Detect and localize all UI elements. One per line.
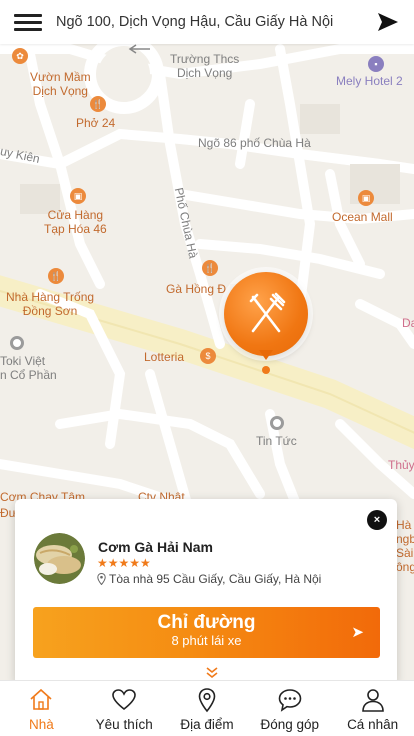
food-photo (34, 533, 85, 584)
poi-nha-hang-trong[interactable]: Nhà Hàng Trống Đồng Sơn (6, 290, 94, 318)
poi-ocean-mall[interactable]: Ocean Mall (332, 210, 393, 224)
poi-da[interactable]: Da (402, 316, 414, 330)
send-arrow-icon[interactable] (362, 0, 414, 44)
poi-thuy[interactable]: Thủy (388, 458, 414, 472)
poi-lotteria[interactable]: Lotteria (144, 350, 184, 364)
poi-truong-thcs[interactable]: Trường Thcs Dịch Vọng (170, 52, 239, 80)
top-bar: Ngõ 100, Dịch Vọng Hậu, Cầu Giấy Hà Nội (0, 0, 414, 44)
rating-stars: ★★★★★ (97, 556, 151, 570)
poi-tin-tuc[interactable]: Tin Tức (256, 434, 297, 448)
chat-bubble-icon (278, 689, 302, 712)
poi-cua-hang[interactable]: Cửa Hàng Tạp Hóa 46 (44, 208, 107, 236)
nav-favorites[interactable]: Yêu thích (83, 681, 166, 736)
nav-home[interactable]: Nhà (0, 681, 83, 736)
hotel-pin-icon[interactable]: ▪ (368, 56, 384, 72)
hamburger-menu-icon[interactable] (0, 0, 56, 44)
arrow-right-icon: ➤ (351, 624, 364, 641)
shop-pin-icon[interactable]: ✿ (12, 48, 28, 64)
nav-profile-label: Cá nhân (347, 717, 399, 732)
place-card: × Cơm Gà Hải Nam ★★★★★ Tòa nhà 95 Cầu Gi… (15, 499, 397, 685)
close-icon[interactable]: × (367, 510, 387, 530)
home-icon (30, 688, 52, 710)
nav-favorites-label: Yêu thích (95, 717, 153, 732)
place-name[interactable]: Cơm Gà Hải Nam (98, 539, 213, 555)
menu-line (14, 27, 42, 31)
poi-ga-hong[interactable]: Gà Hồng Đ (166, 282, 226, 296)
heart-icon (112, 689, 136, 711)
nav-contribute-label: Đóng góp (260, 717, 320, 732)
restaurant-marker[interactable] (224, 272, 308, 356)
restaurant-pin-icon[interactable]: 🍴 (202, 260, 218, 276)
bottom-nav: Nhà Yêu thích Địa điểm Đóng góp Cá nhân (0, 680, 414, 736)
place-address: Tòa nhà 95 Cầu Giấy, Cầu Giấy, Hà Nội (97, 572, 321, 586)
poi-toki-viet[interactable]: Toki Việt n Cổ Phần (0, 354, 57, 382)
menu-line (14, 13, 42, 17)
current-address[interactable]: Ngõ 100, Dịch Vọng Hậu, Cầu Giấy Hà Nội (56, 14, 362, 30)
restaurant-pin-icon[interactable]: 🍴 (90, 96, 106, 112)
place-thumbnail[interactable] (34, 533, 85, 584)
marker-tail (259, 350, 273, 360)
restaurant-pin-icon[interactable]: 🍴 (48, 268, 64, 284)
nav-profile[interactable]: Cá nhân (331, 681, 414, 736)
location-pin-icon (97, 573, 106, 585)
marker-location-dot (262, 366, 270, 374)
poi-mely-hotel[interactable]: Mely Hotel 2 (336, 74, 403, 88)
poi-pho-24[interactable]: Phở 24 (76, 116, 115, 130)
nav-places[interactable]: Địa điểm (166, 681, 249, 736)
location-pin-icon (198, 688, 216, 713)
menu-line (14, 20, 42, 24)
nav-contribute[interactable]: Đóng góp (248, 681, 331, 736)
poi-pin-icon[interactable] (10, 336, 24, 350)
mall-pin-icon[interactable]: ▣ (358, 190, 374, 206)
nav-places-label: Địa điểm (180, 717, 234, 732)
directions-label: Chỉ đường (157, 612, 256, 633)
fastfood-pin-icon[interactable]: $ (200, 348, 216, 364)
poi-vuon-mam[interactable]: Vườn Mầm Dịch Vọng (30, 70, 91, 98)
nav-home-label: Nhà (29, 717, 54, 732)
poi-right-edge[interactable]: Hà ngbi Sài ông (396, 518, 414, 574)
directions-button[interactable]: Chỉ đường 8 phút lái xe ➤ (33, 607, 380, 658)
place-address-text: Tòa nhà 95 Cầu Giấy, Cầu Giấy, Hà Nội (109, 572, 322, 586)
directions-eta: 8 phút lái xe (171, 633, 242, 648)
store-pin-icon[interactable]: ▣ (70, 188, 86, 204)
fork-knife-icon (249, 292, 286, 333)
street-ngo-86: Ngõ 86 phố Chùa Hà (198, 136, 311, 150)
poi-pin-icon[interactable] (270, 416, 284, 430)
person-icon (361, 689, 384, 712)
